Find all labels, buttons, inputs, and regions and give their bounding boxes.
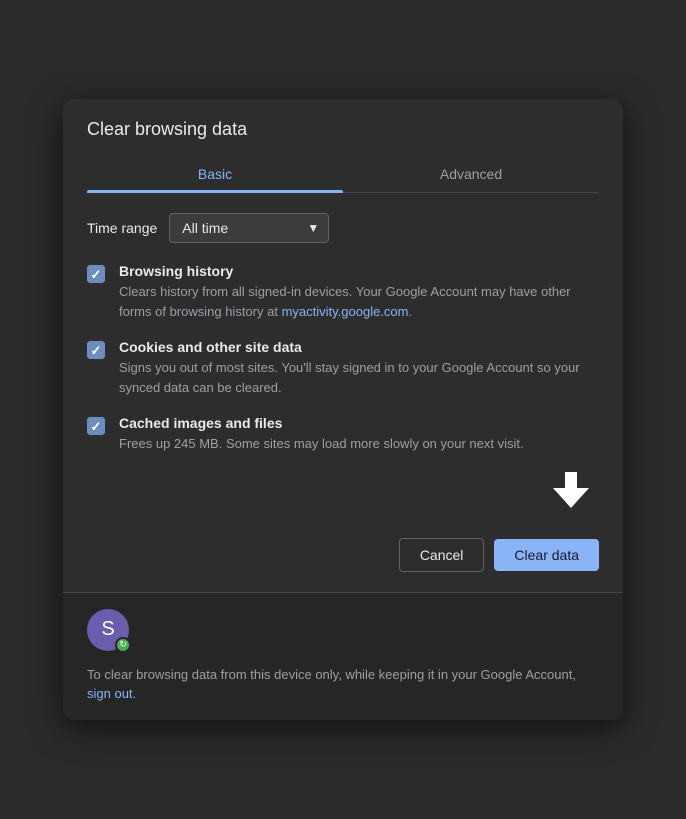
overlay: Clear browsing data Basic Advanced Time … <box>0 0 686 819</box>
dialog-body: Time range All time Last hour Last 24 ho… <box>63 193 623 534</box>
clear-data-button[interactable]: Clear data <box>494 539 599 571</box>
dialog-header: Clear browsing data Basic Advanced <box>63 99 623 193</box>
time-range-select[interactable]: All time Last hour Last 24 hours Last 7 … <box>169 213 329 243</box>
cached-text: Cached images and files Frees up 245 MB.… <box>119 415 599 454</box>
time-range-row: Time range All time Last hour Last 24 ho… <box>87 213 599 243</box>
cached-checkbox-wrapper[interactable]: ✓ <box>87 417 105 435</box>
arrow-head <box>553 488 589 508</box>
cached-checkbox[interactable]: ✓ <box>87 417 105 435</box>
tab-advanced[interactable]: Advanced <box>343 156 599 192</box>
cached-desc: Frees up 245 MB. Some sites may load mor… <box>119 434 599 454</box>
arrow-shaft <box>565 472 577 488</box>
browsing-history-title: Browsing history <box>119 263 599 279</box>
cookies-checkbox-wrapper[interactable]: ✓ <box>87 341 105 359</box>
cookies-text: Cookies and other site data Signs you ou… <box>119 339 599 397</box>
bottom-text-before: To clear browsing data from this device … <box>87 667 576 682</box>
browsing-history-checkbox[interactable]: ✓ <box>87 265 105 283</box>
dialog-bottom: S ↻ To clear browsing data from this dev… <box>63 592 623 720</box>
browsing-history-checkbox-wrapper[interactable]: ✓ <box>87 265 105 283</box>
sign-out-link[interactable]: sign out <box>87 686 133 701</box>
arrow-area <box>87 472 599 508</box>
cookies-desc: Signs you out of most sites. You'll stay… <box>119 358 599 397</box>
tabs: Basic Advanced <box>87 156 599 193</box>
browsing-history-desc-after: . <box>408 304 412 319</box>
avatar-letter: S <box>101 618 114 641</box>
dialog-title: Clear browsing data <box>87 119 599 140</box>
cookies-title: Cookies and other site data <box>119 339 599 355</box>
profile-row: S ↻ <box>87 609 599 651</box>
cancel-button[interactable]: Cancel <box>399 538 485 572</box>
bottom-text: To clear browsing data from this device … <box>87 665 599 704</box>
tab-basic[interactable]: Basic <box>87 156 343 192</box>
bottom-text-after: . <box>133 686 137 701</box>
check-icon: ✓ <box>91 268 102 281</box>
arrow-down-icon <box>553 472 589 508</box>
check-icon: ✓ <box>91 344 102 357</box>
dialog: Clear browsing data Basic Advanced Time … <box>63 99 623 720</box>
sync-badge: ↻ <box>115 637 131 653</box>
check-icon: ✓ <box>91 420 102 433</box>
time-range-label: Time range <box>87 220 157 236</box>
browsing-history-desc: Clears history from all signed-in device… <box>119 282 599 321</box>
cached-title: Cached images and files <box>119 415 599 431</box>
cookies-checkbox[interactable]: ✓ <box>87 341 105 359</box>
avatar: S ↻ <box>87 609 129 651</box>
cached-item: ✓ Cached images and files Frees up 245 M… <box>87 415 599 454</box>
browsing-history-text: Browsing history Clears history from all… <box>119 263 599 321</box>
myactivity-link[interactable]: myactivity.google.com <box>282 304 409 319</box>
browsing-history-item: ✓ Browsing history Clears history from a… <box>87 263 599 321</box>
time-range-select-wrapper: All time Last hour Last 24 hours Last 7 … <box>169 213 329 243</box>
dialog-footer: Cancel Clear data <box>63 534 623 592</box>
cookies-item: ✓ Cookies and other site data Signs you … <box>87 339 599 397</box>
